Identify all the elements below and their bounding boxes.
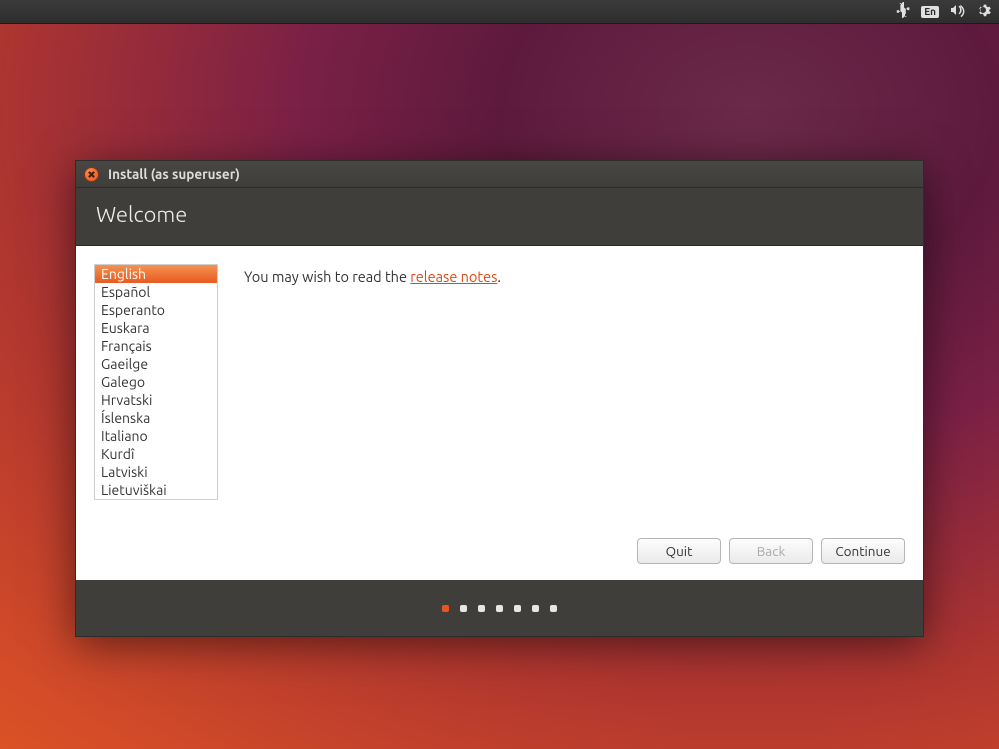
release-notes-link[interactable]: release notes — [410, 268, 497, 285]
language-option[interactable]: Galego — [95, 373, 217, 391]
installer-dialog: Install (as superuser) Welcome EnglishEs… — [75, 160, 924, 637]
language-option[interactable]: Lietuviškai — [95, 481, 217, 499]
titlebar: Install (as superuser) — [76, 161, 923, 188]
main-content: EnglishEspañolEsperantoEuskaraFrançaisGa… — [76, 246, 923, 526]
close-button[interactable] — [84, 167, 99, 182]
keyboard-language-indicator[interactable]: En — [921, 6, 939, 18]
progress-dot — [442, 605, 449, 612]
progress-dot — [550, 605, 557, 612]
language-option[interactable]: Latviski — [95, 463, 217, 481]
back-button[interactable]: Back — [729, 538, 813, 564]
progress-dot — [514, 605, 521, 612]
progress-dot — [478, 605, 485, 612]
top-menubar: En — [0, 0, 999, 24]
progress-dot — [460, 605, 467, 612]
continue-button[interactable]: Continue — [821, 538, 905, 564]
language-option[interactable]: Gaeilge — [95, 355, 217, 373]
gear-icon[interactable] — [975, 2, 991, 21]
language-list[interactable]: EnglishEspañolEsperantoEuskaraFrançaisGa… — [94, 264, 218, 500]
welcome-message: You may wish to read the release notes. — [244, 264, 905, 526]
language-option[interactable]: Íslenska — [95, 409, 217, 427]
progress-dots — [76, 580, 923, 636]
quit-button[interactable]: Quit — [637, 538, 721, 564]
language-option[interactable]: Italiano — [95, 427, 217, 445]
language-option[interactable]: Kurdî — [95, 445, 217, 463]
close-icon — [88, 171, 95, 178]
network-icon[interactable] — [895, 2, 911, 21]
language-option[interactable]: Euskara — [95, 319, 217, 337]
volume-icon[interactable] — [949, 2, 965, 21]
language-option[interactable]: Esperanto — [95, 301, 217, 319]
progress-dot — [496, 605, 503, 612]
language-option[interactable]: Français — [95, 337, 217, 355]
language-option[interactable]: English — [95, 265, 217, 283]
language-option[interactable]: Español — [95, 283, 217, 301]
button-row: Quit Back Continue — [76, 526, 923, 580]
progress-dot — [532, 605, 539, 612]
page-heading: Welcome — [76, 188, 923, 246]
message-prefix: You may wish to read the — [244, 268, 410, 285]
window-title: Install (as superuser) — [108, 166, 240, 182]
language-option[interactable]: Hrvatski — [95, 391, 217, 409]
message-suffix: . — [497, 268, 501, 285]
